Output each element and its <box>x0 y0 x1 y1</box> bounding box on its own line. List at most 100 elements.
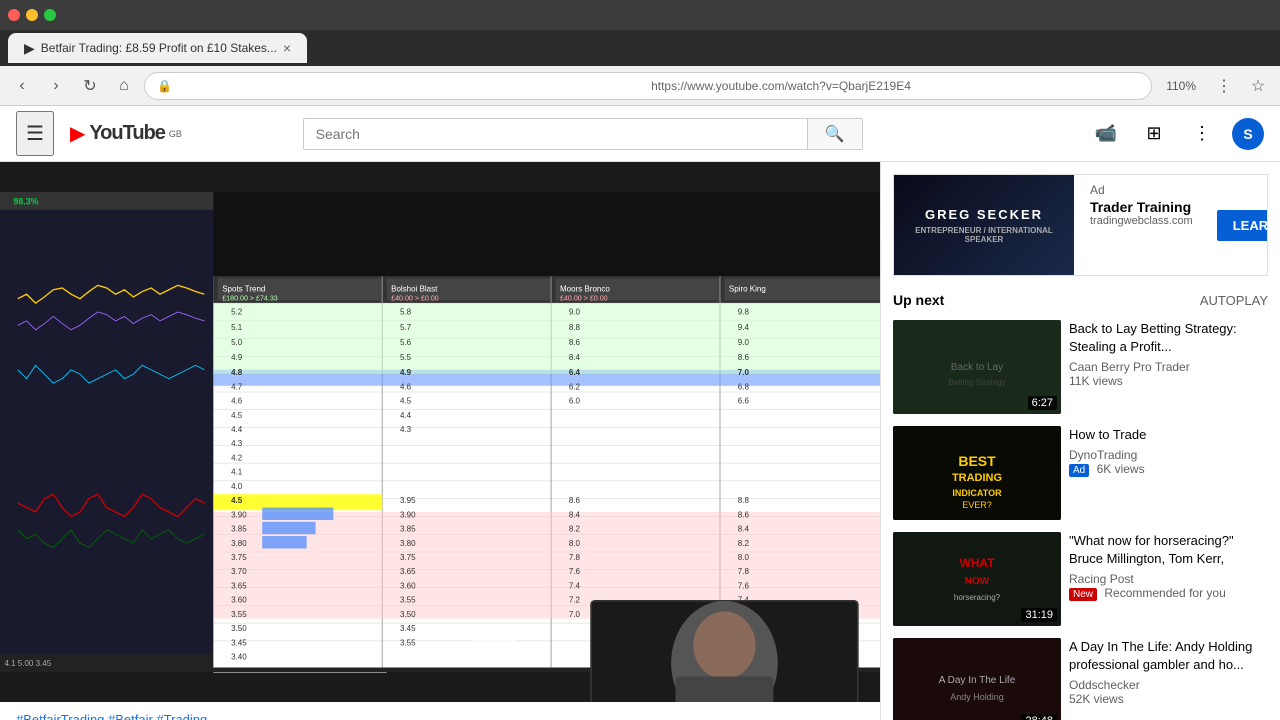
rec-views-text-3: Recommended for you <box>1104 586 1225 600</box>
more-button[interactable]: ⋮ <box>1184 116 1220 152</box>
ad-channel-name: GREG SECKER <box>925 207 1043 222</box>
svg-text:8.4: 8.4 <box>569 353 581 362</box>
rec-card-4[interactable]: A Day In The Life Andy Holding 28:48 A D… <box>893 638 1268 720</box>
rec-info-4: A Day In The Life: Andy Holding professi… <box>1069 638 1268 720</box>
apps-button[interactable]: ⊞ <box>1136 116 1172 152</box>
svg-text:7.4: 7.4 <box>569 581 581 590</box>
menu-button[interactable]: ☰ <box>16 111 54 156</box>
svg-text:4.5: 4.5 <box>231 496 243 505</box>
lock-icon: 🔒 <box>157 79 645 93</box>
close-dot[interactable] <box>8 9 20 21</box>
svg-text:4.5: 4.5 <box>400 397 412 406</box>
forward-button[interactable]: › <box>42 72 70 100</box>
rec-thumbnail-1: Back to Lay Betting Strategy 6:27 <box>893 320 1061 414</box>
svg-text:5.6: 5.6 <box>400 338 412 347</box>
search-input[interactable] <box>303 118 807 150</box>
svg-text:4.0: 4.0 <box>231 482 243 491</box>
svg-text:3.45: 3.45 <box>400 624 416 633</box>
svg-text:3.90: 3.90 <box>400 510 416 519</box>
svg-text:4.9: 4.9 <box>231 353 243 362</box>
maximize-dot[interactable] <box>44 9 56 21</box>
rec-channel-1: Caan Berry Pro Trader <box>1069 360 1268 374</box>
youtube-logo[interactable]: ▶ YouTube GB <box>70 121 182 146</box>
svg-text:7.8: 7.8 <box>569 553 581 562</box>
rec-title-2: How to Trade <box>1069 426 1268 444</box>
ad-image: GREG SECKER ENTREPRENEUR / INTERNATIONAL… <box>894 175 1074 275</box>
video-camera-button[interactable]: 📹 <box>1088 116 1124 152</box>
svg-text:3.95: 3.95 <box>400 496 416 505</box>
zoom-level: 110% <box>1158 79 1204 93</box>
svg-text:Spots Trend: Spots Trend <box>222 285 265 294</box>
video-info: #BetfairTrading #Betfair #Trading Betfai… <box>0 702 880 720</box>
rec-card-3[interactable]: WHAT NOW horseracing? 31:19 "What now fo… <box>893 532 1268 626</box>
browser-tabs: ▶ Betfair Trading: £8.59 Profit on £10 S… <box>0 30 1280 66</box>
svg-text:7.6: 7.6 <box>738 581 750 590</box>
active-tab[interactable]: ▶ Betfair Trading: £8.59 Profit on £10 S… <box>8 33 307 63</box>
rec-card-1[interactable]: Back to Lay Betting Strategy 6:27 Back t… <box>893 320 1268 414</box>
svg-text:4.6: 4.6 <box>400 382 412 391</box>
ad-linked-channel[interactable]: Trader Training <box>1090 199 1193 215</box>
svg-text:3.80: 3.80 <box>231 539 247 548</box>
learn-button[interactable]: LEARN <box>1217 210 1268 241</box>
svg-text:3.75: 3.75 <box>400 553 416 562</box>
address-bar[interactable]: 🔒 https://www.youtube.com/watch?v=QbarjE… <box>144 72 1152 100</box>
svg-text:Back to Lay: Back to Lay <box>951 362 1003 373</box>
tab-close-icon[interactable]: × <box>283 40 291 56</box>
back-button[interactable]: ‹ <box>8 72 36 100</box>
rec-duration-4: 28:48 <box>1021 714 1057 720</box>
rec-info-2: How to Trade DynoTrading Ad 6K views <box>1069 426 1268 520</box>
rec-title-4: A Day In The Life: Andy Holding professi… <box>1069 638 1268 674</box>
svg-text:WHAT: WHAT <box>959 556 995 570</box>
ad-info: Ad Trader Training tradingwebclass.com <box>1082 175 1201 275</box>
rec-views-2: Ad 6K views <box>1069 462 1268 477</box>
svg-text:horseracing?: horseracing? <box>954 593 1001 602</box>
video-tags[interactable]: #BetfairTrading #Betfair #Trading <box>16 712 864 720</box>
rec-views-3: New Recommended for you <box>1069 586 1268 601</box>
svg-text:6.4: 6.4 <box>569 368 581 377</box>
svg-text:4.2: 4.2 <box>231 453 243 462</box>
ad-badge-2: Ad <box>1069 464 1089 477</box>
svg-text:8.0: 8.0 <box>569 539 581 548</box>
user-avatar[interactable]: S <box>1232 118 1264 150</box>
ad-thumbnail: GREG SECKER ENTREPRENEUR / INTERNATIONAL… <box>894 175 1074 275</box>
svg-text:3.65: 3.65 <box>231 581 247 590</box>
svg-text:4.8: 4.8 <box>231 368 243 377</box>
up-next-label: Up next <box>893 292 944 308</box>
svg-text:8.6: 8.6 <box>738 353 750 362</box>
svg-text:8.8: 8.8 <box>738 496 750 505</box>
minimize-dot[interactable] <box>26 9 38 21</box>
search-button[interactable]: 🔍 <box>807 118 863 150</box>
svg-text:6.8: 6.8 <box>738 382 750 391</box>
svg-text:3.90: 3.90 <box>231 510 247 519</box>
rec-card-2[interactable]: BEST TRADING INDICATOR EVER? How to Trad… <box>893 426 1268 520</box>
svg-text:3.55: 3.55 <box>400 638 416 647</box>
header-actions: 📹 ⊞ ⋮ S <box>1088 116 1264 152</box>
svg-text:8.2: 8.2 <box>738 539 750 548</box>
svg-text:7.8: 7.8 <box>738 567 750 576</box>
svg-text:9.0: 9.0 <box>738 338 750 347</box>
url-text: https://www.youtube.com/watch?v=QbarjE21… <box>651 79 1139 93</box>
svg-text:8.6: 8.6 <box>569 496 581 505</box>
svg-text:3.55: 3.55 <box>400 596 416 605</box>
svg-text:£40.00 > £0.00: £40.00 > £0.00 <box>391 294 439 302</box>
svg-text:5.5: 5.5 <box>400 353 412 362</box>
svg-text:3.55: 3.55 <box>231 610 247 619</box>
svg-text:4.3: 4.3 <box>400 425 412 434</box>
youtube-header: ☰ ▶ YouTube GB 🔍 📹 ⊞ ⋮ S <box>0 106 1280 162</box>
svg-text:4.6: 4.6 <box>231 397 243 406</box>
youtube-logo-icon: ▶ <box>70 121 85 146</box>
video-player[interactable]: 98.3% 4.1 5.00 3.45 <box>0 162 880 702</box>
bookmark-button[interactable]: ☆ <box>1244 72 1272 100</box>
svg-text:7.2: 7.2 <box>569 596 581 605</box>
refresh-button[interactable]: ↻ <box>76 72 104 100</box>
svg-text:3.80: 3.80 <box>400 539 416 548</box>
rec-duration-1: 6:27 <box>1028 396 1057 410</box>
search-bar: 🔍 <box>303 118 863 150</box>
rec-channel-2: DynoTrading <box>1069 448 1268 462</box>
home-button[interactable]: ⌂ <box>110 72 138 100</box>
svg-text:3.65: 3.65 <box>400 567 416 576</box>
extensions-button[interactable]: ⋮ <box>1210 72 1238 100</box>
svg-text:3.60: 3.60 <box>400 581 416 590</box>
svg-text:Andy Holding: Andy Holding <box>950 692 1004 702</box>
rec-title-3: "What now for horseracing?" Bruce Millin… <box>1069 532 1268 568</box>
